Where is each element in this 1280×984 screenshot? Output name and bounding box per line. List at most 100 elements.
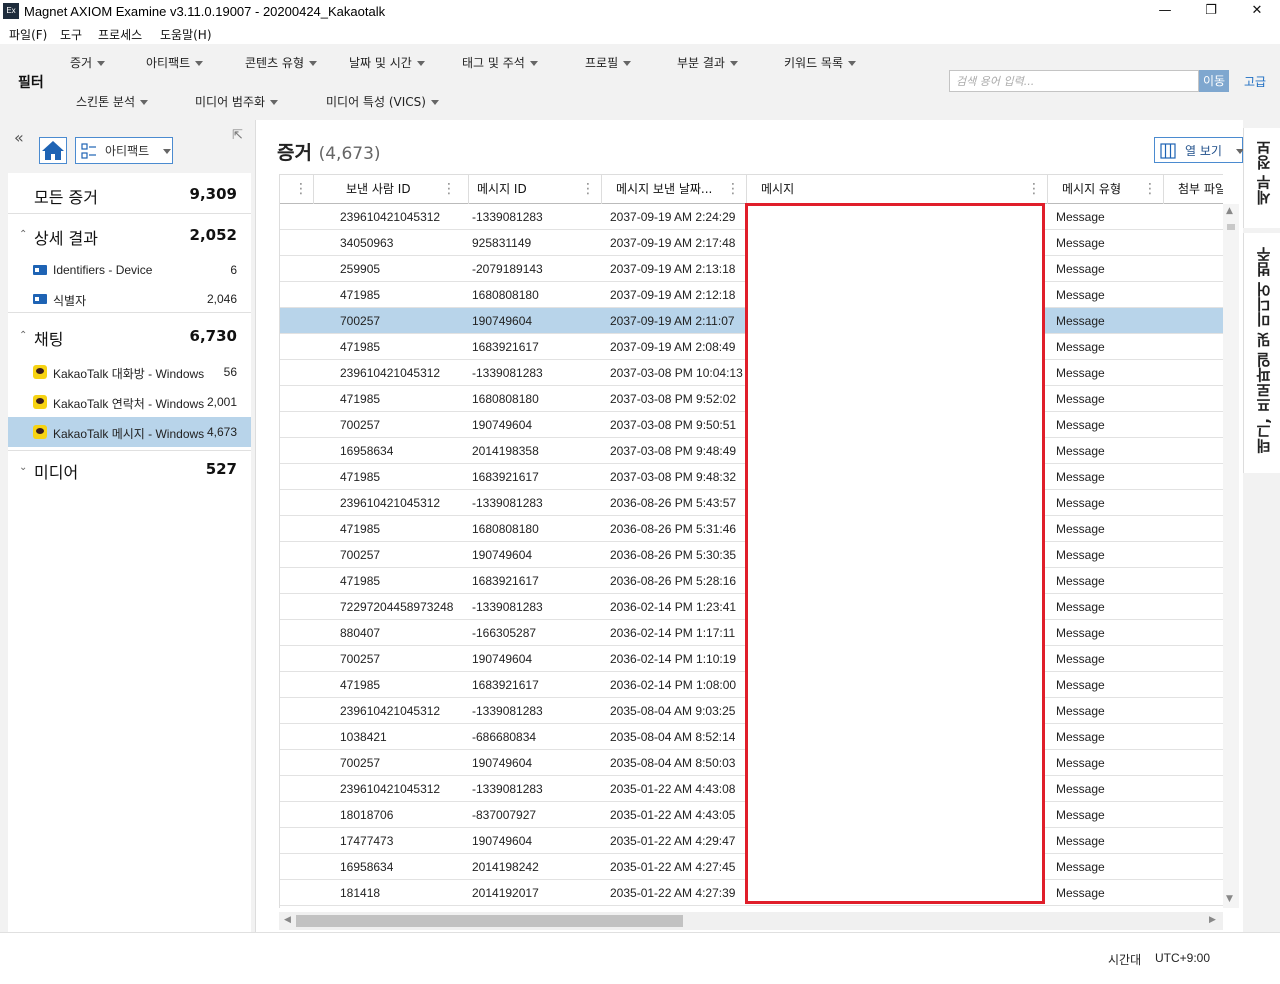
menu-tools[interactable]: 도구 bbox=[60, 26, 82, 43]
tree-category-label: 상세 결과 bbox=[34, 229, 98, 248]
minimize-button[interactable]: — bbox=[1142, 0, 1188, 24]
column-header-attachment[interactable]: 첨부 파일 bbox=[1164, 175, 1223, 204]
expand-arrow-icon[interactable]: ⌄ bbox=[19, 462, 27, 473]
menu-file[interactable]: 파일(F) bbox=[9, 26, 47, 43]
cell-message-type: Message bbox=[1056, 626, 1105, 640]
row-options-header[interactable]: ⋮ bbox=[280, 175, 314, 204]
filter-datetime-dropdown[interactable]: 날짜 및 시간 bbox=[349, 54, 425, 71]
cell-message-id: -166305287 bbox=[472, 626, 537, 640]
home-button[interactable] bbox=[39, 137, 67, 164]
filter-partial-results-label: 부분 결과 bbox=[677, 56, 725, 70]
cell-sent-date: 2036-08-26 PM 5:30:35 bbox=[610, 548, 737, 562]
advanced-search-link[interactable]: 고급 bbox=[1244, 73, 1266, 90]
filter-media-category-dropdown[interactable]: 미디어 범주화 bbox=[195, 93, 279, 110]
tree-item-all-evidence[interactable]: 모든 증거 9,309 bbox=[8, 173, 251, 214]
kakaotalk-icon bbox=[33, 365, 47, 379]
vertical-scrollbar[interactable]: ▲ ▼ bbox=[1223, 204, 1239, 908]
timezone-label: 시간대 bbox=[1108, 953, 1142, 967]
tree-item-identifiers-device[interactable]: Identifiers - Device 6 bbox=[8, 256, 251, 284]
vertical-scroll-thumb[interactable] bbox=[1227, 224, 1235, 230]
cell-message-type: Message bbox=[1056, 704, 1105, 718]
collapse-arrow-icon[interactable]: ⌃ bbox=[19, 330, 27, 341]
cell-sender-id: 700257 bbox=[340, 548, 381, 562]
kebab-icon[interactable]: ⋮ bbox=[442, 175, 456, 204]
column-header-message[interactable]: 메시지 ⋮ bbox=[747, 175, 1048, 204]
column-view-button[interactable]: 열 보기 bbox=[1154, 137, 1244, 163]
tree-category-chat[interactable]: ⌃ 채팅 6,730 bbox=[8, 317, 251, 353]
tab-details[interactable]: 세부 정보 bbox=[1243, 128, 1280, 228]
scroll-down-icon[interactable]: ▼ bbox=[1226, 894, 1233, 904]
scroll-left-icon[interactable]: ◀ bbox=[284, 915, 291, 925]
cell-message-id: 190749604 bbox=[472, 834, 533, 848]
evidence-tree: 모든 증거 9,309 ⌃ 상세 결과 2,052 Identifiers - … bbox=[8, 173, 251, 932]
filter-skintone-dropdown[interactable]: 스킨톤 분석 bbox=[76, 93, 149, 110]
cell-sent-date: 2037-09-19 AM 2:11:07 bbox=[610, 314, 735, 328]
menu-bar: 파일(F) 도구 프로세스 도움말(H) bbox=[0, 24, 1280, 44]
restore-button[interactable]: ❐ bbox=[1188, 0, 1234, 24]
cell-sent-date: 2036-08-26 PM 5:43:57 bbox=[610, 496, 737, 510]
cell-sender-id: 239610421045312 bbox=[340, 210, 441, 224]
horizontal-scrollbar[interactable]: ◀ ▶ bbox=[279, 912, 1223, 930]
tab-details-label: 세부 정보 bbox=[1255, 140, 1273, 206]
filter-keyword-list-dropdown[interactable]: 키워드 목록 bbox=[784, 54, 857, 71]
cell-sender-id: 181418 bbox=[340, 886, 381, 900]
tree-category-media[interactable]: ⌄ 미디어 527 bbox=[8, 450, 251, 486]
tree-item-kakaotalk-messages[interactable]: KakaoTalk 메시지 - Windows 4,673 bbox=[8, 417, 251, 447]
tree-item-count: 4,673 bbox=[206, 425, 237, 439]
kebab-icon[interactable]: ⋮ bbox=[294, 175, 308, 204]
id-card-icon bbox=[33, 294, 47, 304]
column-header-label: 메시지 보낸 날짜... bbox=[616, 182, 713, 196]
tree-item-kakaotalk-contacts[interactable]: KakaoTalk 연락처 - Windows 2,001 bbox=[8, 387, 251, 417]
cell-message-type: Message bbox=[1056, 288, 1105, 302]
filter-profile-dropdown[interactable]: 프로필 bbox=[585, 54, 632, 71]
cell-sender-id: 34050963 bbox=[340, 236, 394, 250]
filter-tags-dropdown[interactable]: 태그 및 주석 bbox=[462, 54, 538, 71]
chevron-down-icon bbox=[97, 61, 106, 66]
go-button[interactable]: 이동 bbox=[1199, 70, 1229, 92]
collapse-arrow-icon[interactable]: ⌃ bbox=[19, 229, 27, 240]
evidence-count: (4,673) bbox=[318, 144, 381, 164]
scroll-up-icon[interactable]: ▲ bbox=[1226, 206, 1233, 216]
tree-item-identifiers[interactable]: 식별자 2,046 bbox=[8, 285, 251, 313]
cell-message-id: 1683921617 bbox=[472, 574, 539, 588]
collapse-panel-button[interactable]: « bbox=[14, 128, 24, 147]
cell-message-type: Message bbox=[1056, 808, 1105, 822]
cell-message-type: Message bbox=[1056, 652, 1105, 666]
page-title: 증거 (4,673) bbox=[277, 138, 381, 165]
timezone-value[interactable]: UTC+9:00 bbox=[1155, 951, 1210, 965]
filter-toolbar: 필터 증거 아티팩트 콘텐츠 유형 날짜 및 시간 태그 및 주석 프로필 부분… bbox=[0, 44, 1280, 120]
pin-icon[interactable]: ⇱ bbox=[232, 128, 243, 143]
cell-sender-id: 880407 bbox=[340, 626, 381, 640]
filter-vics-dropdown[interactable]: 미디어 특성 (VICS) bbox=[326, 93, 439, 110]
kebab-icon[interactable]: ⋮ bbox=[581, 175, 595, 204]
kebab-icon[interactable]: ⋮ bbox=[726, 175, 740, 204]
tab-tags-profiles-media[interactable]: 태그, 프로파일 및 미디어 범주 bbox=[1243, 233, 1280, 473]
artifact-view-dropdown[interactable]: 아티팩트 bbox=[75, 137, 173, 164]
scroll-right-icon[interactable]: ▶ bbox=[1209, 915, 1216, 925]
cell-sent-date: 2036-08-26 PM 5:31:46 bbox=[610, 522, 737, 536]
menu-process[interactable]: 프로세스 bbox=[98, 26, 142, 43]
column-header-sender-id[interactable]: 보낸 사람 ID ⋮ bbox=[314, 175, 469, 204]
cell-sent-date: 2037-09-19 AM 2:17:48 bbox=[610, 236, 736, 250]
filter-partial-results-dropdown[interactable]: 부분 결과 bbox=[677, 54, 738, 71]
menu-help[interactable]: 도움말(H) bbox=[160, 26, 212, 43]
cell-message-id: 190749604 bbox=[472, 652, 533, 666]
filter-evidence-dropdown[interactable]: 증거 bbox=[70, 54, 106, 71]
horizontal-scroll-thumb[interactable] bbox=[296, 915, 683, 927]
tree-item-kakaotalk-chatrooms[interactable]: KakaoTalk 대화방 - Windows 56 bbox=[8, 357, 251, 387]
cell-message-id: 2014198242 bbox=[472, 860, 539, 874]
column-header-sent-date[interactable]: 메시지 보낸 날짜... ⋮ bbox=[602, 175, 747, 204]
cell-sender-id: 239610421045312 bbox=[340, 366, 441, 380]
cell-message-type: Message bbox=[1056, 782, 1105, 796]
search-input[interactable] bbox=[949, 70, 1199, 92]
column-header-message-type[interactable]: 메시지 유형 ⋮ bbox=[1048, 175, 1164, 204]
filter-content-type-dropdown[interactable]: 콘텐츠 유형 bbox=[245, 54, 318, 71]
filter-artifact-dropdown[interactable]: 아티팩트 bbox=[146, 54, 204, 71]
column-header-message-id[interactable]: 메시지 ID ⋮ bbox=[469, 175, 602, 204]
close-button[interactable]: ✕ bbox=[1234, 0, 1280, 24]
tree-category-detailed-results[interactable]: ⌃ 상세 결과 2,052 bbox=[8, 216, 251, 252]
cell-message-type: Message bbox=[1056, 236, 1105, 250]
kebab-icon[interactable]: ⋮ bbox=[1027, 175, 1041, 204]
cell-sent-date: 2035-01-22 AM 4:43:05 bbox=[610, 808, 736, 822]
kebab-icon[interactable]: ⋮ bbox=[1143, 175, 1157, 204]
